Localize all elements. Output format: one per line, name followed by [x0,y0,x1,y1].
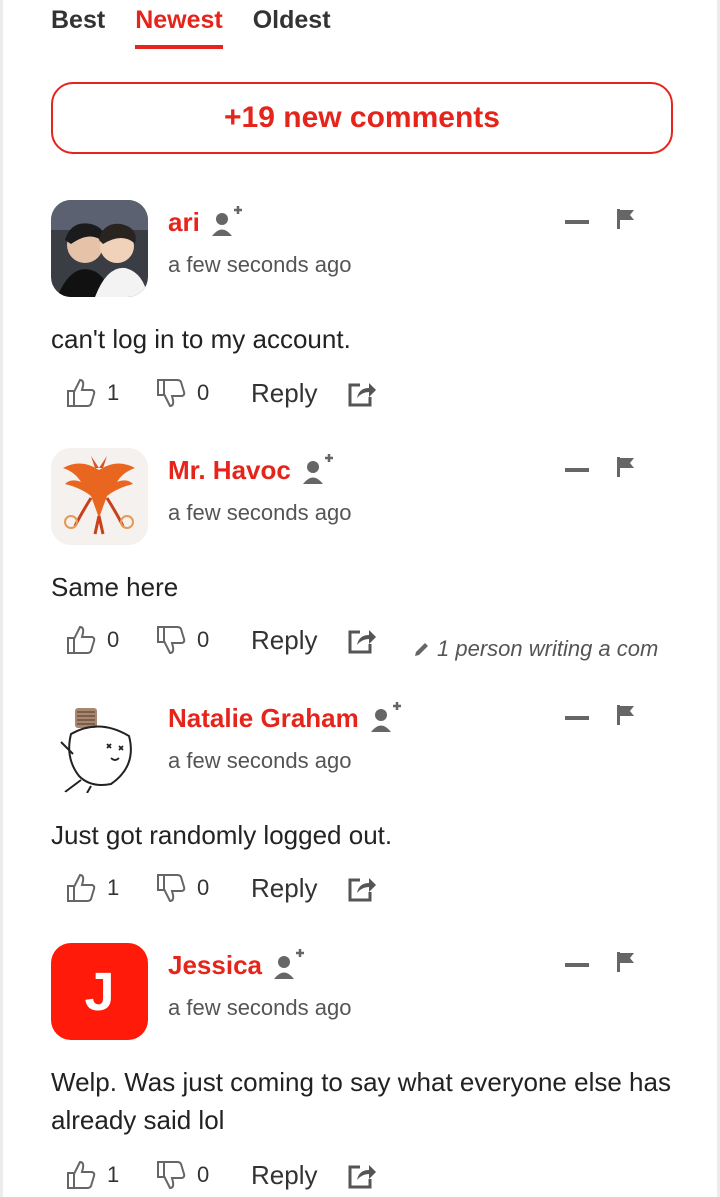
avatar-letter: J [84,961,115,1022]
comment-time: a few seconds ago [168,748,352,773]
comment-actions: 0 0 Reply [65,620,377,660]
share-icon [348,878,376,902]
author-name[interactable]: Mr. Havoc [168,455,291,486]
author-name[interactable]: Jessica [168,950,262,981]
collapse-icon[interactable] [565,716,589,720]
tab-best[interactable]: Best [51,6,105,49]
thumbs-up-icon [67,378,96,407]
share-button[interactable] [347,1161,377,1189]
share-icon [348,1165,376,1189]
avatar[interactable] [51,448,148,545]
flag-icon[interactable] [615,208,637,230]
new-comments-button[interactable]: +19 new comments [51,82,673,154]
thumbs-down-icon [157,379,186,408]
dislike-button[interactable]: 0 [155,377,251,409]
thumbs-down-icon [157,874,186,903]
collapse-icon[interactable] [565,468,589,472]
comment-author: Jessica [168,949,306,981]
comment-actions: 1 0 Reply [65,373,377,413]
dislike-button[interactable]: 0 [155,624,251,656]
pencil-icon [415,643,428,656]
share-button[interactable] [347,626,377,654]
thumbs-up-icon [67,625,96,654]
share-button[interactable] [347,379,377,407]
follow-user-icon[interactable] [369,702,403,734]
like-button[interactable]: 1 [65,1159,155,1191]
author-name[interactable]: ari [168,207,200,238]
typing-indicator-text: 1 person writing a com [437,636,659,661]
dislike-button[interactable]: 0 [155,1159,251,1191]
comment-time: a few seconds ago [168,500,352,525]
comment-author: Natalie Graham [168,702,403,734]
comment-author: ari [168,206,244,238]
share-icon [348,383,376,407]
like-button[interactable]: 1 [65,872,155,904]
comment-actions: 1 0 Reply [65,1155,377,1195]
like-count: 1 [107,1162,120,1187]
thumbs-down-icon [157,626,186,655]
comments-panel: Best Newest Oldest +19 new comments ari [0,0,720,1197]
avatar[interactable] [51,200,148,297]
share-icon [348,630,376,654]
thumbs-up-icon [67,1160,96,1189]
follow-user-icon[interactable] [301,454,335,486]
dislike-count: 0 [197,1162,210,1187]
flag-icon[interactable] [615,456,637,478]
follow-user-icon[interactable] [272,949,306,981]
typing-indicator: 1 person writing a com [413,636,675,662]
flag-icon[interactable] [615,704,637,726]
share-button[interactable] [347,874,377,902]
comment-text: can't log in to my account. [51,324,351,354]
flag-icon[interactable] [615,951,637,973]
tab-oldest[interactable]: Oldest [253,6,331,49]
like-count: 1 [107,875,120,900]
like-count: 0 [107,627,120,652]
comment-actions: 1 0 Reply [65,868,377,908]
dislike-count: 0 [197,627,210,652]
reply-button[interactable]: Reply [251,625,347,656]
author-name[interactable]: Natalie Graham [168,703,359,734]
comment-time: a few seconds ago [168,252,352,277]
collapse-icon[interactable] [565,220,589,224]
reply-button[interactable]: Reply [251,1160,347,1191]
comment-text: Welp. Was just coming to say what everyo… [51,1067,671,1135]
sort-tabs: Best Newest Oldest [51,6,331,49]
thumbs-up-icon [67,873,96,902]
reply-button[interactable]: Reply [251,378,347,409]
collapse-icon[interactable] [565,963,589,967]
comment-author: Mr. Havoc [168,454,335,486]
tab-newest[interactable]: Newest [135,6,223,49]
comment-text: Just got randomly logged out. [51,820,393,850]
comment-time: a few seconds ago [168,995,352,1020]
comment-text: Same here [51,572,179,602]
like-button[interactable]: 1 [65,377,155,409]
reply-button[interactable]: Reply [251,873,347,904]
follow-user-icon[interactable] [210,206,244,238]
dislike-count: 0 [197,875,210,900]
like-button[interactable]: 0 [65,624,155,656]
avatar[interactable]: J [51,943,148,1040]
dislike-button[interactable]: 0 [155,872,251,904]
dislike-count: 0 [197,380,210,405]
avatar[interactable] [51,696,148,793]
like-count: 1 [107,380,120,405]
thumbs-down-icon [157,1161,186,1190]
